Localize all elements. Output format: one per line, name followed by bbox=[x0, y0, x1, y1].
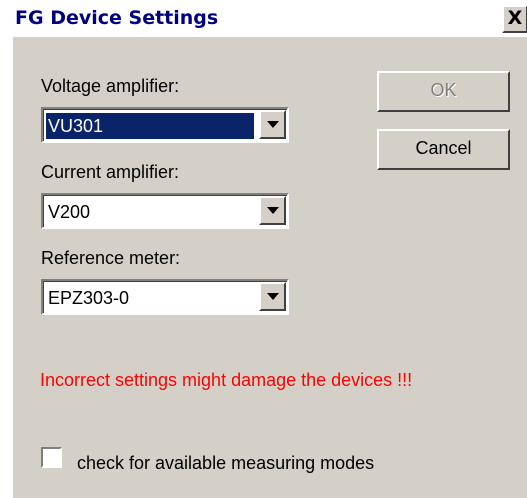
dialog-title: FG Device Settings bbox=[15, 7, 219, 29]
voltage-amplifier-select[interactable]: VU301 bbox=[41, 107, 289, 143]
cancel-button[interactable]: Cancel bbox=[377, 129, 510, 170]
current-amplifier-label: Current amplifier: bbox=[41, 162, 180, 182]
reference-meter-select[interactable]: EPZ303-0 bbox=[41, 279, 289, 315]
title-bar[interactable]: FG Device Settings X bbox=[13, 1, 527, 37]
close-icon: X bbox=[507, 7, 523, 29]
ok-button[interactable]: OK bbox=[377, 71, 510, 112]
close-button[interactable]: X bbox=[502, 5, 527, 33]
current-amplifier-select[interactable]: V200 bbox=[41, 193, 289, 229]
chevron-down-icon bbox=[267, 121, 279, 128]
reference-meter-label: Reference meter: bbox=[41, 248, 181, 268]
reference-meter-dropdown-button[interactable] bbox=[259, 282, 286, 311]
voltage-amplifier-label: Voltage amplifier: bbox=[41, 76, 180, 96]
current-amplifier-dropdown-button[interactable] bbox=[259, 196, 286, 225]
fg-device-settings-dialog: FG Device Settings X Voltage amplifier: … bbox=[12, 0, 527, 498]
measuring-modes-checkbox[interactable] bbox=[41, 447, 62, 468]
current-amplifier-value: V200 bbox=[48, 202, 91, 222]
voltage-amplifier-value: VU301 bbox=[46, 113, 254, 139]
measuring-modes-checkbox-label[interactable]: check for available measuring modes bbox=[77, 453, 374, 474]
voltage-amplifier-dropdown-button[interactable] bbox=[259, 110, 286, 139]
chevron-down-icon bbox=[267, 207, 279, 214]
reference-meter-value: EPZ303-0 bbox=[48, 288, 130, 308]
warning-message: Incorrect settings might damage the devi… bbox=[40, 370, 413, 390]
chevron-down-icon bbox=[267, 293, 279, 300]
